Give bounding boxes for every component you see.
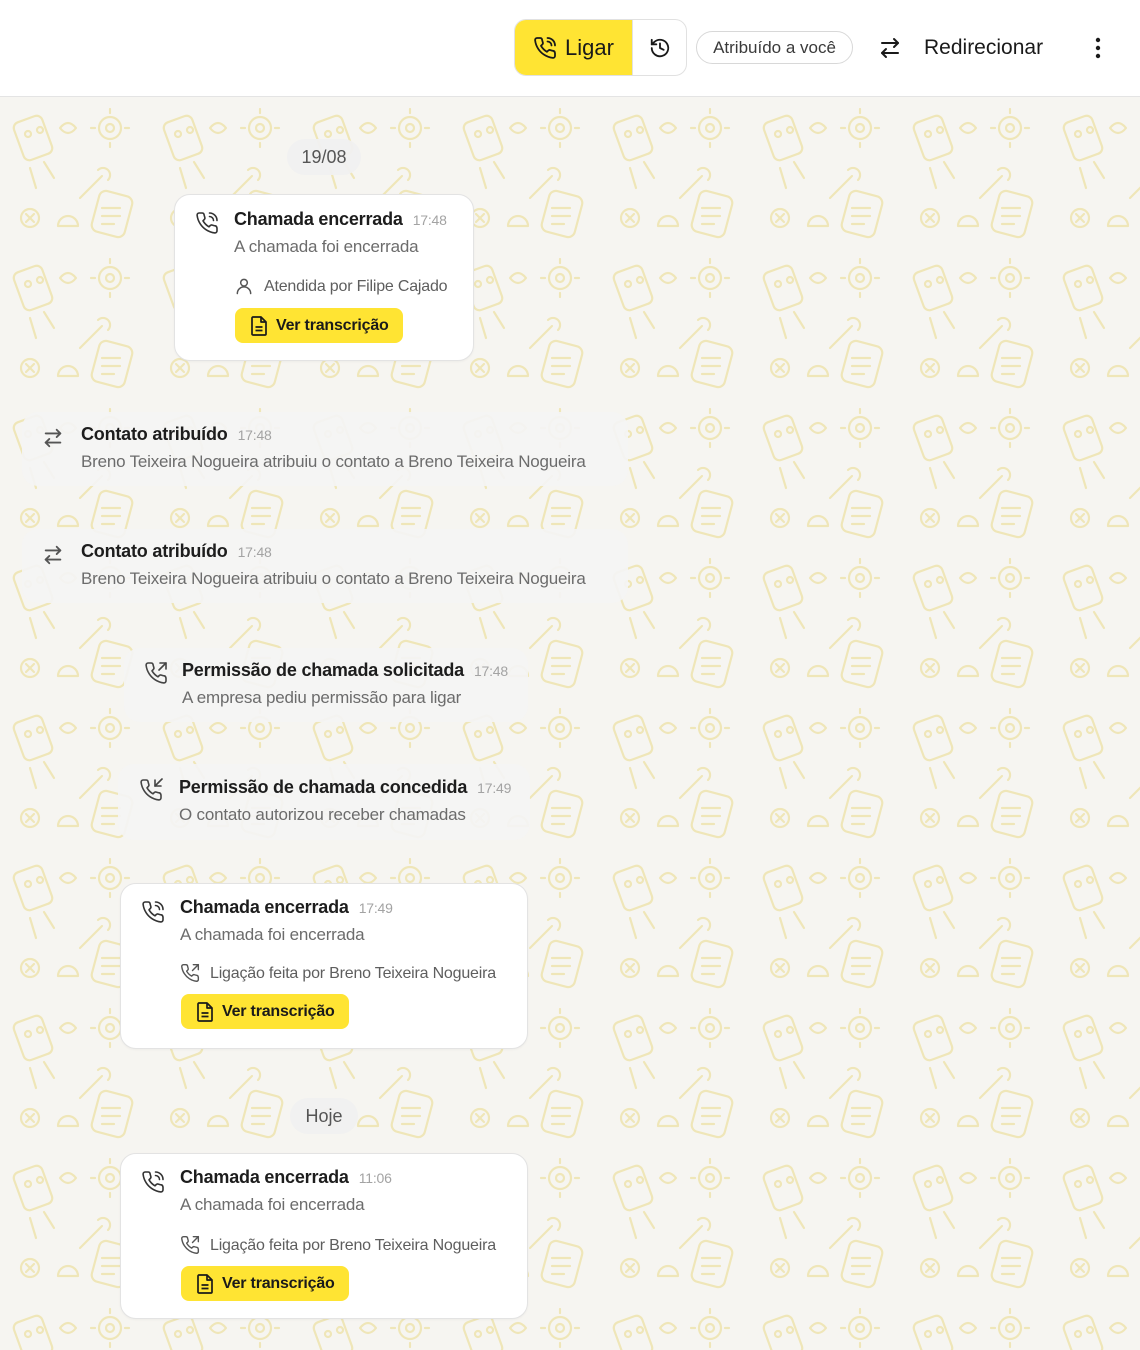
event-time: 17:49: [477, 780, 512, 796]
phone-outgoing-icon: [145, 662, 167, 684]
event-time: 11:06: [358, 1170, 392, 1186]
phone-incoming-icon: [140, 778, 163, 801]
conversation-header: Ligar Atribuído a você Redirecionar: [0, 0, 1140, 97]
swap-arrows-icon: [44, 428, 62, 448]
phone-icon: [534, 36, 556, 59]
view-transcript-label: Ver transcrição: [222, 1274, 335, 1292]
event-title-text: Contato atribuído: [81, 424, 228, 444]
event-meta: Atendida por Filipe Cajado: [236, 278, 448, 296]
event-title: Chamada encerrada 17:48: [234, 209, 447, 230]
event-title: Contato atribuído 17:48: [81, 541, 272, 562]
phone-icon: [196, 212, 218, 234]
call-ended-card: Chamada encerrada 17:49 A chamada foi enc…: [120, 883, 528, 1049]
event-meta: Ligação feita por Breno Teixeira Nogueir…: [181, 963, 496, 983]
date-separator: Hoje: [290, 1098, 358, 1134]
date-label: Hoje: [305, 1105, 343, 1126]
event-title-text: Permissão de chamada solicitada: [182, 660, 464, 680]
event-time: 17:48: [237, 427, 272, 443]
event-meta-text: Ligação feita por Breno Teixeira Nogueir…: [210, 965, 496, 982]
contact-assigned-event: Contato atribuído 17:48 Breno Teixeira No…: [22, 412, 628, 486]
call-ended-card: Chamada encerrada 11:06 A chamada foi enc…: [120, 1153, 528, 1319]
event-title-text: Chamada encerrada: [180, 897, 349, 917]
call-button[interactable]: Ligar: [515, 20, 632, 75]
document-icon: [197, 1001, 213, 1022]
event-title-text: Chamada encerrada: [180, 1167, 349, 1187]
date-separator: 19/08: [287, 139, 361, 175]
view-transcript-label: Ver transcrição: [222, 1002, 335, 1020]
event-subtitle: A chamada foi encerrada: [180, 1195, 365, 1214]
kebab-menu-icon: [1095, 37, 1101, 59]
view-transcript-label: Ver transcrição: [276, 316, 389, 334]
call-button-group: Ligar: [514, 19, 687, 76]
view-transcript-button[interactable]: Ver transcrição: [181, 994, 349, 1029]
event-title: Chamada encerrada 17:49: [180, 897, 393, 918]
history-button[interactable]: [632, 20, 686, 75]
call-ended-card: Chamada encerrada 17:48 A chamada foi enc…: [174, 194, 474, 361]
call-permission-requested-event: Permissão de chamada solicitada 17:48 A e…: [124, 648, 528, 722]
contact-assigned-event: Contato atribuído 17:48 Breno Teixeira No…: [22, 529, 628, 603]
event-subtitle: A chamada foi encerrada: [180, 925, 365, 944]
phone-outgoing-icon: [181, 1235, 200, 1254]
event-meta-text: Ligação feita por Breno Teixeira Nogueir…: [210, 1237, 496, 1254]
event-meta: Ligação feita por Breno Teixeira Nogueir…: [181, 1235, 496, 1255]
more-options-button[interactable]: [1084, 30, 1112, 66]
event-time: 17:48: [412, 212, 447, 228]
event-time: 17:49: [358, 900, 393, 916]
call-button-label: Ligar: [565, 34, 614, 60]
redirect-label: Redirecionar: [924, 36, 1044, 59]
event-title-text: Permissão de chamada concedida: [179, 777, 468, 797]
phone-icon: [142, 901, 164, 923]
call-permission-granted-event: Permissão de chamada concedida 17:49 O co…: [118, 764, 530, 840]
history-icon: [650, 38, 669, 57]
phone-icon: [142, 1171, 164, 1193]
swap-arrows-icon: [881, 38, 899, 58]
event-subtitle: O contato autorizou receber chamadas: [179, 805, 466, 824]
event-subtitle: A chamada foi encerrada: [234, 237, 419, 256]
assigned-badge-label: Atribuído a você: [713, 37, 836, 57]
event-title: Chamada encerrada 11:06: [180, 1167, 392, 1188]
phone-outgoing-icon: [181, 963, 200, 982]
event-subtitle: A empresa pediu permissão para ligar: [182, 688, 462, 707]
assigned-badge[interactable]: Atribuído a você: [696, 31, 853, 64]
event-title-text: Contato atribuído: [81, 541, 228, 561]
event-title-text: Chamada encerrada: [234, 209, 403, 229]
event-time: 17:48: [473, 663, 508, 679]
view-transcript-button[interactable]: Ver transcrição: [235, 308, 403, 343]
chat-timeline[interactable]: 19/08 Chamada encerrada 17:48 A chamada f…: [0, 98, 1140, 1350]
swap-arrows-icon: [44, 545, 62, 565]
document-icon: [197, 1273, 213, 1294]
date-label: 19/08: [301, 146, 347, 167]
event-meta-text: Atendida por Filipe Cajado: [264, 278, 448, 295]
event-title: Permissão de chamada solicitada 17:48: [182, 660, 508, 681]
event-title: Contato atribuído 17:48: [81, 424, 272, 445]
document-icon: [251, 315, 267, 336]
redirect-button[interactable]: Redirecionar: [878, 28, 1043, 68]
view-transcript-button[interactable]: Ver transcrição: [181, 1266, 349, 1301]
user-icon: [236, 278, 252, 295]
event-time: 17:48: [237, 544, 272, 560]
event-subtitle: Breno Teixeira Nogueira atribuiu o conta…: [81, 569, 586, 588]
event-title: Permissão de chamada concedida 17:49: [179, 777, 511, 798]
event-subtitle: Breno Teixeira Nogueira atribuiu o conta…: [81, 452, 586, 471]
